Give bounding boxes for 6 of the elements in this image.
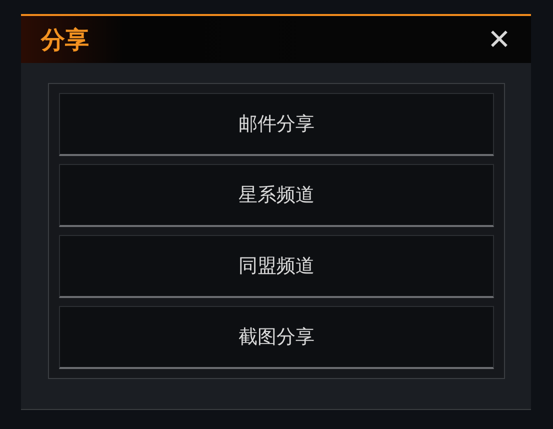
share-option-button[interactable]: 同盟频道 <box>59 235 494 298</box>
close-button[interactable]: ✕ <box>488 26 511 54</box>
share-option-button[interactable]: 截图分享 <box>59 306 494 369</box>
share-option-button[interactable]: 邮件分享 <box>59 93 494 156</box>
dialog-title: 分享 <box>41 24 89 56</box>
share-option-button[interactable]: 星系频道 <box>59 164 494 227</box>
